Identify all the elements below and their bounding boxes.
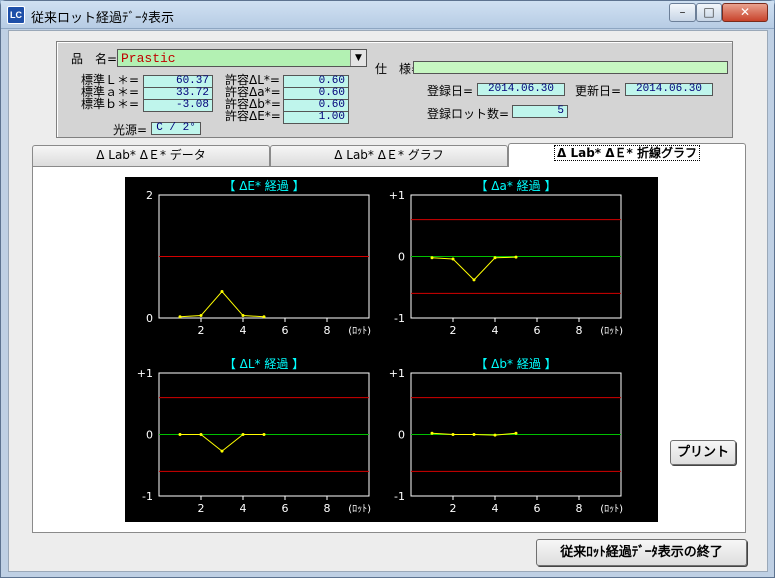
std-b-value: -3.08 — [143, 99, 213, 112]
chart-title: 【 Δb* 経過 】 — [475, 357, 556, 371]
product-name-value: Prastic — [121, 51, 176, 66]
chart-area: 【 ΔE* 経過 】 2 0 2 4 6 8 (ﾛｯﾄ) 【 Δa* 経過 】 +1 0 -1 2 4 6 8… — [125, 177, 658, 522]
y-tick-label: 0 — [146, 429, 153, 442]
data-point — [430, 256, 434, 260]
x-unit-label: (ﾛｯﾄ) — [600, 326, 623, 337]
y-tick-label: 2 — [146, 189, 153, 202]
data-point — [220, 290, 224, 294]
y-tick-label: 0 — [146, 312, 153, 325]
y-tick-label: +1 — [389, 367, 405, 380]
tab-lab-line-graph-label: Δ Lab* ΔＥ* 折線グラフ — [554, 145, 700, 161]
light-source-label: 光源= — [113, 123, 148, 137]
x-tick-label: 8 — [576, 502, 583, 515]
y-tick-label: +1 — [137, 367, 153, 380]
lot-count-label: 登録ロット数= — [427, 107, 510, 121]
upd-date-value: 2014.06.30 — [625, 83, 713, 96]
minimize-button[interactable]: – — [669, 3, 696, 22]
x-tick-label: 6 — [282, 324, 289, 337]
data-point — [514, 255, 518, 259]
x-tick-label: 2 — [198, 324, 205, 337]
tol-e-value: 1.00 — [283, 111, 349, 124]
data-point — [493, 433, 497, 437]
reg-date-value: 2014.06.30 — [477, 83, 565, 96]
tol-e-label: 許容ΔE*= — [225, 109, 281, 123]
y-tick-label: 0 — [398, 429, 405, 442]
product-info-panel: 品 名= Prastic ▼ 仕 様= 標準Ｌ＊= 60.37 標準ａ＊= 33… — [56, 41, 733, 138]
x-unit-label: (ﾛｯﾄ) — [348, 504, 371, 515]
tab-lab-line-graph[interactable]: Δ Lab* ΔＥ* 折線グラフ — [508, 143, 746, 167]
x-tick-label: 6 — [534, 324, 541, 337]
data-point — [241, 433, 245, 436]
x-tick-label: 4 — [492, 324, 499, 337]
x-tick-label: 2 — [450, 502, 457, 515]
tab-lab-data-label: Δ Lab* ΔＥ* データ — [96, 148, 206, 162]
chart-title: 【 ΔL* 経過 】 — [224, 357, 304, 371]
charts-svg: 【 ΔE* 経過 】 2 0 2 4 6 8 (ﾛｯﾄ) 【 Δa* 経過 】 +1 0 -1 2 4 6 8… — [137, 179, 623, 515]
tab-panel: 【 ΔE* 経過 】 2 0 2 4 6 8 (ﾛｯﾄ) 【 Δa* 経過 】 +1 0 -1 2 4 6 8… — [32, 166, 746, 533]
tab-lab-graph-label: Δ Lab* ΔＥ* グラフ — [334, 148, 444, 162]
reg-date-label: 登録日= — [427, 84, 474, 98]
data-point — [493, 256, 497, 260]
x-tick-label: 4 — [240, 502, 247, 515]
data-point — [472, 278, 476, 282]
x-tick-label: 4 — [240, 324, 247, 337]
x-unit-label: (ﾛｯﾄ) — [600, 504, 623, 515]
data-point — [178, 315, 182, 319]
maximize-button[interactable]: □ — [696, 3, 722, 22]
app-window: LC 従来ロット経過ﾃﾞｰﾀ表示 – □ ✕ 品 名= Prastic ▼ 仕 … — [0, 0, 775, 578]
data-point — [178, 433, 182, 436]
data-point — [199, 433, 203, 436]
chart-title: 【 Δa* 経過 】 — [475, 179, 556, 193]
light-source-value: C / 2° — [151, 122, 201, 135]
print-button[interactable]: プリント — [670, 440, 736, 465]
x-tick-label: 2 — [450, 324, 457, 337]
data-point — [199, 314, 203, 318]
y-tick-label: -1 — [394, 312, 405, 325]
client-area: 品 名= Prastic ▼ 仕 様= 標準Ｌ＊= 60.37 標準ａ＊= 33… — [8, 30, 768, 572]
title-bar[interactable]: LC 従来ロット経過ﾃﾞｰﾀ表示 – □ ✕ — [1, 1, 774, 29]
x-tick-label: 8 — [324, 324, 331, 337]
maximize-icon: □ — [703, 5, 715, 19]
product-name-combo[interactable]: Prastic ▼ — [117, 49, 367, 67]
data-point — [262, 433, 266, 436]
minimize-icon: – — [679, 5, 686, 19]
data-point — [262, 315, 266, 319]
y-tick-label: -1 — [394, 490, 405, 503]
close-icon: ✕ — [739, 5, 751, 19]
upd-date-label: 更新日= — [575, 84, 622, 98]
data-point — [514, 431, 518, 435]
x-tick-label: 6 — [282, 502, 289, 515]
chart-title: 【 ΔE* 経過 】 — [223, 179, 304, 193]
x-tick-label: 8 — [324, 502, 331, 515]
data-point — [241, 314, 245, 318]
app-icon: LC — [7, 6, 25, 24]
close-button[interactable]: ✕ — [722, 3, 768, 22]
product-name-label: 品 名= — [71, 52, 118, 66]
series-line — [431, 256, 517, 281]
dropdown-arrow-icon[interactable]: ▼ — [350, 50, 366, 66]
y-tick-label: -1 — [142, 490, 153, 503]
std-b-label: 標準ｂ＊= — [81, 97, 140, 111]
data-point — [451, 433, 455, 436]
lot-count-value: 5 — [512, 105, 568, 118]
exit-button[interactable]: 従来ﾛｯﾄ経過ﾃﾞｰﾀ表示の終了 — [536, 539, 747, 566]
tab-lab-data[interactable]: Δ Lab* ΔＥ* データ — [32, 145, 270, 166]
series-line — [179, 290, 265, 318]
series-line — [180, 434, 264, 452]
spec-field[interactable] — [413, 61, 728, 74]
data-point — [220, 449, 224, 453]
x-unit-label: (ﾛｯﾄ) — [348, 326, 371, 337]
y-tick-label: 0 — [398, 251, 405, 264]
x-tick-label: 6 — [534, 502, 541, 515]
window-title: 従来ロット経過ﾃﾞｰﾀ表示 — [31, 11, 175, 26]
x-tick-label: 8 — [576, 324, 583, 337]
data-point — [430, 431, 434, 435]
x-tick-label: 4 — [492, 502, 499, 515]
x-tick-label: 2 — [198, 502, 205, 515]
tab-lab-graph[interactable]: Δ Lab* ΔＥ* グラフ — [270, 145, 508, 166]
data-point — [451, 257, 455, 261]
data-point — [472, 433, 476, 436]
y-tick-label: +1 — [389, 189, 405, 202]
